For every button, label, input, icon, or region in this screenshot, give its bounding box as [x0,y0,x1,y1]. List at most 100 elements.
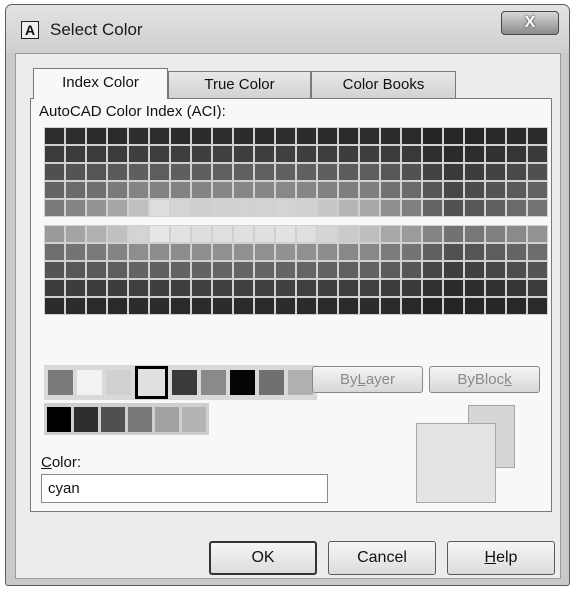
aci-color-cell[interactable] [128,145,149,163]
aci-color-cell[interactable] [107,225,128,243]
aci-color-cell[interactable] [401,279,422,297]
aci-color-cell[interactable] [212,261,233,279]
aci-color-cell[interactable] [422,199,443,217]
aci-color-cell[interactable] [485,145,506,163]
aci-color-cell[interactable] [401,243,422,261]
aci-color-cell[interactable] [338,199,359,217]
aci-color-cell[interactable] [338,127,359,145]
standard-color-swatch[interactable] [172,370,197,395]
aci-color-cell[interactable] [212,145,233,163]
aci-color-cell[interactable] [233,243,254,261]
aci-color-cell[interactable] [338,297,359,315]
aci-color-cell[interactable] [317,279,338,297]
aci-color-cell[interactable] [401,225,422,243]
aci-color-cell[interactable] [128,199,149,217]
aci-color-cell[interactable] [380,279,401,297]
aci-color-cell[interactable] [380,199,401,217]
gray-shade-swatch[interactable] [128,406,152,432]
aci-color-cell[interactable] [443,261,464,279]
aci-color-cell[interactable] [170,297,191,315]
aci-color-cell[interactable] [128,279,149,297]
byblock-button[interactable]: ByBlock [429,366,540,393]
gray-shade-swatch[interactable] [74,406,98,432]
aci-color-cell[interactable] [191,297,212,315]
aci-color-cell[interactable] [527,297,548,315]
aci-color-cell[interactable] [506,199,527,217]
aci-color-cell[interactable] [44,199,65,217]
aci-color-cell[interactable] [44,225,65,243]
aci-color-cell[interactable] [443,225,464,243]
aci-color-cell[interactable] [212,163,233,181]
aci-color-cell[interactable] [170,145,191,163]
aci-color-cell[interactable] [170,261,191,279]
close-button[interactable]: X [501,11,559,35]
aci-color-cell[interactable] [485,199,506,217]
aci-color-cell[interactable] [233,181,254,199]
aci-color-cell[interactable] [254,181,275,199]
aci-color-cell[interactable] [359,199,380,217]
aci-color-cell[interactable] [65,243,86,261]
aci-color-cell[interactable] [422,297,443,315]
aci-color-cell[interactable] [275,243,296,261]
aci-color-cell[interactable] [254,163,275,181]
aci-color-cell[interactable] [149,279,170,297]
aci-color-cell[interactable] [65,297,86,315]
aci-color-cell[interactable] [380,181,401,199]
aci-color-cell[interactable] [506,243,527,261]
aci-color-cell[interactable] [149,199,170,217]
aci-color-cell[interactable] [191,279,212,297]
aci-color-cell[interactable] [317,297,338,315]
aci-color-cell[interactable] [65,225,86,243]
aci-color-cell[interactable] [65,163,86,181]
aci-color-cell[interactable] [86,279,107,297]
aci-color-cell[interactable] [296,225,317,243]
aci-color-cell[interactable] [275,225,296,243]
aci-color-cell[interactable] [422,163,443,181]
aci-color-cell[interactable] [254,279,275,297]
aci-color-cell[interactable] [443,199,464,217]
aci-color-cell[interactable] [233,199,254,217]
aci-color-cell[interactable] [380,243,401,261]
aci-color-cell[interactable] [275,261,296,279]
aci-color-cell[interactable] [233,127,254,145]
aci-color-cell[interactable] [212,297,233,315]
aci-color-cell[interactable] [86,127,107,145]
standard-color-swatch[interactable] [288,370,313,395]
aci-color-cell[interactable] [170,243,191,261]
aci-color-cell[interactable] [107,127,128,145]
aci-color-cell[interactable] [107,243,128,261]
aci-color-cell[interactable] [191,163,212,181]
aci-color-cell[interactable] [527,163,548,181]
aci-color-cell[interactable] [44,163,65,181]
aci-color-cell[interactable] [485,181,506,199]
aci-color-cell[interactable] [86,297,107,315]
aci-color-cell[interactable] [359,279,380,297]
aci-color-cell[interactable] [359,297,380,315]
aci-color-cell[interactable] [485,127,506,145]
aci-color-cell[interactable] [506,145,527,163]
aci-color-cell[interactable] [86,163,107,181]
aci-color-cell[interactable] [401,199,422,217]
aci-color-cell[interactable] [233,145,254,163]
aci-color-cell[interactable] [527,225,548,243]
aci-color-cell[interactable] [527,145,548,163]
aci-color-cell[interactable] [107,181,128,199]
aci-color-cell[interactable] [233,163,254,181]
aci-color-cell[interactable] [401,145,422,163]
aci-color-cell[interactable] [233,297,254,315]
selected-standard-color[interactable] [135,366,168,399]
standard-color-swatch[interactable] [48,370,73,395]
aci-color-cell[interactable] [128,225,149,243]
aci-color-cell[interactable] [191,199,212,217]
aci-color-cell[interactable] [275,145,296,163]
aci-color-cell[interactable] [359,225,380,243]
aci-color-cell[interactable] [107,279,128,297]
aci-color-cell[interactable] [128,297,149,315]
aci-color-cell[interactable] [107,261,128,279]
aci-color-cell[interactable] [44,243,65,261]
aci-color-cell[interactable] [464,181,485,199]
aci-color-cell[interactable] [359,127,380,145]
aci-color-cell[interactable] [506,297,527,315]
standard-color-swatch[interactable] [106,370,131,395]
aci-color-cell[interactable] [338,145,359,163]
